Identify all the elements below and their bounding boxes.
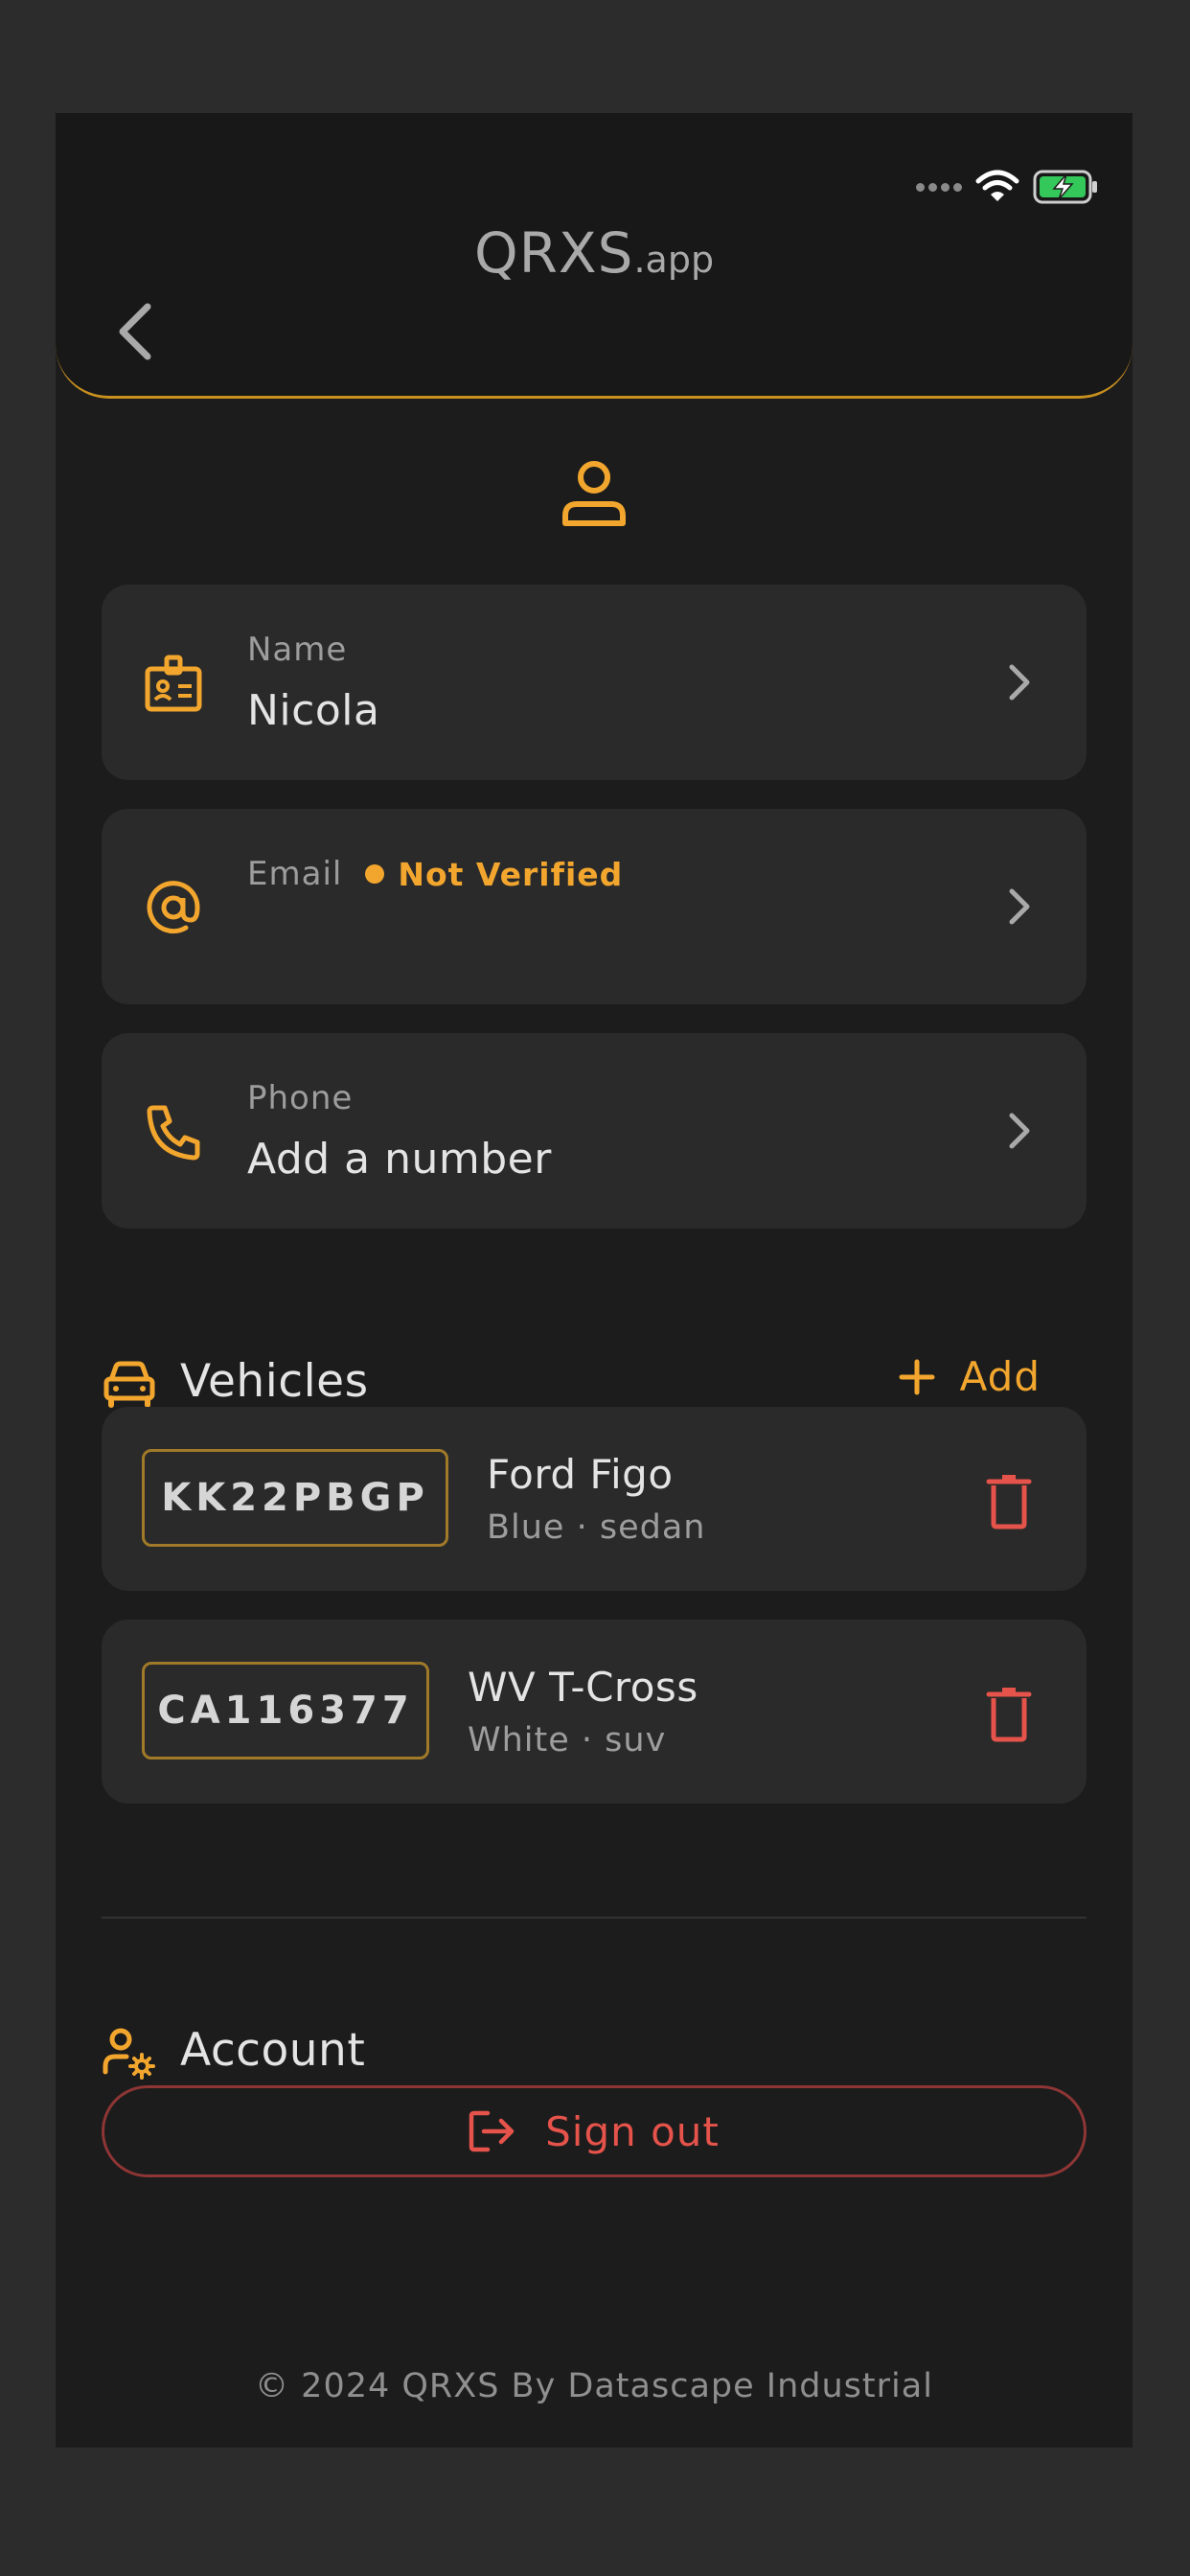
status-bar — [916, 169, 1100, 205]
chevron-left-icon — [119, 303, 151, 360]
cellular-signal-icon — [916, 182, 962, 192]
app-title-main: QRXS — [473, 220, 634, 286]
app-title: QRXS.app — [56, 220, 1133, 286]
user-profile-icon — [562, 461, 626, 526]
status-dot — [365, 864, 385, 884]
delete-vehicle-trash-icon[interactable] — [983, 1472, 1035, 1530]
vehicle-name: Ford Figo — [487, 1451, 674, 1498]
phone-label: Phone — [247, 1079, 354, 1117]
vehicle-card[interactable]: KK22PBGP Ford Figo Blue · sedan — [102, 1407, 1087, 1591]
chevron-right-icon — [1009, 664, 1030, 701]
verification-status-text: Not Verified — [398, 855, 624, 893]
phone-icon — [147, 1105, 200, 1161]
name-label: Name — [247, 631, 348, 669]
logout-icon — [469, 2110, 515, 2152]
vehicle-card[interactable]: CA116377 WV T-Cross White · suv — [102, 1620, 1087, 1804]
email-label: Email — [247, 855, 343, 893]
verification-status-badge: Not Verified — [365, 856, 623, 893]
name-value: Nicola — [247, 686, 380, 735]
phone-value: Add a number — [247, 1135, 552, 1184]
app-screen: QRXS.app Name Nicola Email Not Verified … — [56, 113, 1133, 2448]
email-label-row: Email Not Verified — [247, 855, 623, 893]
section-divider — [102, 1917, 1087, 1919]
license-plate: KK22PBGP — [142, 1449, 448, 1547]
user-settings-icon — [103, 2028, 155, 2080]
add-vehicle-label: Add — [959, 1353, 1041, 1400]
delete-vehicle-trash-icon[interactable] — [983, 1685, 1035, 1742]
email-field-card[interactable]: Email Not Verified — [102, 809, 1087, 1004]
app-header: QRXS.app — [56, 113, 1133, 399]
sign-out-button[interactable]: Sign out — [102, 2085, 1087, 2177]
phone-field-card[interactable]: Phone Add a number — [102, 1033, 1087, 1229]
battery-charging-icon — [1033, 170, 1097, 204]
footer-copyright: © 2024 QRXS By Datascape Industrial — [255, 2367, 933, 2405]
name-field-card[interactable]: Name Nicola — [102, 585, 1087, 780]
plus-icon — [899, 1359, 935, 1394]
back-button[interactable] — [105, 293, 163, 370]
license-plate: CA116377 — [142, 1662, 429, 1760]
at-sign-icon — [147, 881, 200, 934]
vehicle-details: White · suv — [468, 1721, 667, 1760]
sign-out-label: Sign out — [545, 2107, 720, 2155]
chevron-right-icon — [1009, 888, 1030, 925]
wifi-icon — [975, 170, 1019, 201]
id-badge-icon — [145, 655, 202, 712]
app-title-suffix: .app — [633, 239, 715, 281]
chevron-right-icon — [1009, 1113, 1030, 1149]
account-section-header: Account — [102, 2018, 1087, 2085]
add-vehicle-button[interactable]: Add — [899, 1353, 1041, 1400]
vehicle-details: Blue · sedan — [487, 1508, 706, 1547]
vehicles-title: Vehicles — [180, 1355, 369, 1408]
car-icon — [103, 1361, 155, 1408]
vehicle-name: WV T-Cross — [468, 1664, 698, 1711]
account-title: Account — [180, 2024, 366, 2077]
